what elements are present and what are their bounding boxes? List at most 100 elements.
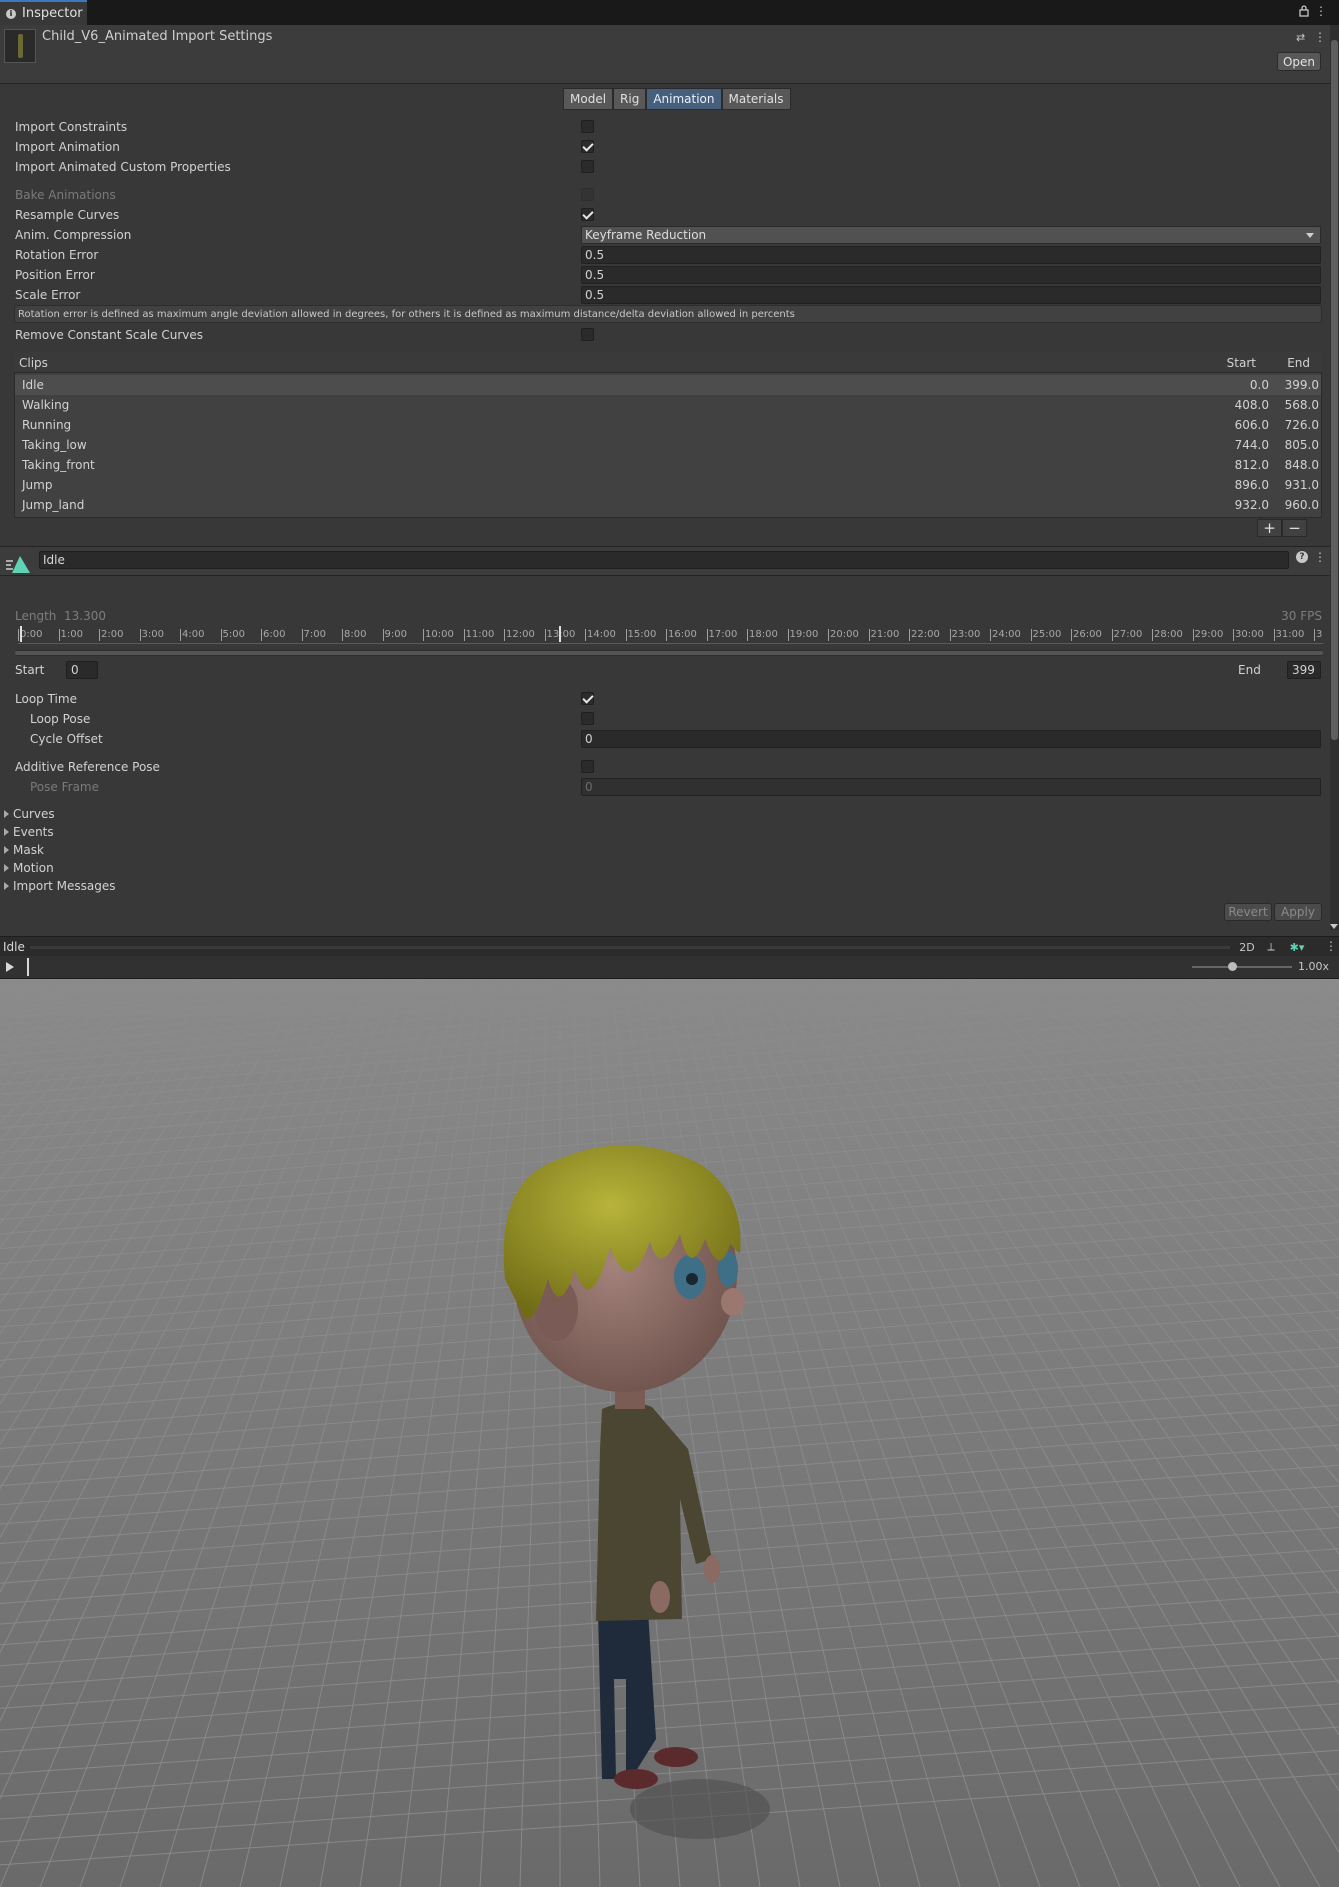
ruler-tick: 3 <box>1314 629 1323 641</box>
clips-header-start: Start <box>1226 356 1256 370</box>
rotation-error-field[interactable]: 0.5 <box>581 246 1321 264</box>
speed-slider-knob[interactable] <box>1228 962 1237 971</box>
character-shadow <box>630 1779 770 1839</box>
foldout-import-messages[interactable]: Import Messages <box>4 879 116 893</box>
end-handle[interactable] <box>559 626 561 642</box>
import-animation-checkbox[interactable] <box>581 140 594 153</box>
ruler-tick: 21:00 <box>868 629 900 641</box>
ik-icon[interactable]: ⟂ <box>1262 939 1280 955</box>
tab-inspector-label: Inspector <box>22 6 83 21</box>
preview-menu-icon[interactable]: ⋮ <box>1325 939 1337 953</box>
speed-slider[interactable] <box>1192 962 1292 971</box>
anim-compression-dropdown[interactable]: Keyframe Reduction <box>581 226 1321 244</box>
tab-materials[interactable]: Materials <box>721 88 791 110</box>
preview-clip-name: Idle <box>3 940 25 954</box>
ruler-tick: 23:00 <box>949 629 981 641</box>
error-help-box: Rotation error is defined as maximum ang… <box>14 305 1322 323</box>
preview-timeline[interactable] <box>30 946 1230 949</box>
ruler-tick: 11:00 <box>463 629 495 641</box>
foldout-motion[interactable]: Motion <box>4 861 54 875</box>
preview-viewport[interactable] <box>0 979 1339 1887</box>
chevron-right-icon <box>4 828 9 836</box>
lock-icon[interactable] <box>1299 5 1309 17</box>
playhead[interactable] <box>27 958 29 976</box>
clip-name: Running <box>22 418 72 432</box>
scale-error-field[interactable]: 0.5 <box>581 286 1321 304</box>
start-handle[interactable] <box>20 626 22 642</box>
loop-time-checkbox[interactable] <box>581 692 594 705</box>
ruler-tick: 5:00 <box>220 629 245 641</box>
open-button[interactable]: Open <box>1277 52 1321 71</box>
clip-row-idle[interactable]: Idle 0.0 399.0 <box>15 375 1321 395</box>
clip-row-jump[interactable]: Jump 896.0 931.0 <box>15 475 1321 495</box>
anim-compression-value: Keyframe Reduction <box>585 228 707 242</box>
preset-icon[interactable]: ⇄ <box>1296 31 1305 44</box>
ruler-tick: 17:00 <box>706 629 738 641</box>
scroll-down-icon[interactable] <box>1330 924 1338 929</box>
clip-start: 606.0 <box>1234 418 1269 432</box>
clip-start: 932.0 <box>1234 498 1269 512</box>
ruler-tick: 22:00 <box>909 629 940 641</box>
clip-row-taking-front[interactable]: Taking_front 812.0 848.0 <box>15 455 1321 475</box>
revert-button[interactable]: Revert <box>1224 903 1272 921</box>
window-menu-icon[interactable]: ⋮ <box>1315 4 1327 18</box>
foldout-label: Events <box>13 825 54 839</box>
cycle-offset-field[interactable]: 0 <box>581 730 1321 748</box>
clip-row-walking[interactable]: Walking 408.0 568.0 <box>15 395 1321 415</box>
import-constraints-checkbox[interactable] <box>581 120 594 133</box>
chevron-down-icon <box>1306 233 1314 238</box>
remove-constant-scale-checkbox[interactable] <box>581 328 594 341</box>
loop-pose-checkbox[interactable] <box>581 712 594 725</box>
scrollbar-thumb[interactable] <box>1331 40 1338 740</box>
clip-end: 960.0 <box>1284 498 1319 512</box>
resample-curves-label: Resample Curves <box>15 208 120 222</box>
timeline-ruler[interactable]: 0:00 1:00 2:00 3:00 4:00 5:00 6:00 7:00 8:00 9:00… <box>18 627 1323 644</box>
clip-start: 812.0 <box>1234 458 1269 472</box>
ruler-tick: 19:00 <box>787 629 819 641</box>
import-custom-props-label: Import Animated Custom Properties <box>15 160 231 174</box>
ruler-tick: 10:00 <box>423 629 454 641</box>
tab-model[interactable]: Model <box>563 88 614 110</box>
import-animation-label: Import Animation <box>15 140 120 154</box>
tab-animation[interactable]: Animation <box>646 88 722 110</box>
tab-inspector[interactable]: i Inspector <box>0 0 87 25</box>
tab-rig[interactable]: Rig <box>613 88 647 110</box>
clip-row-jump-land[interactable]: Jump_land 932.0 960.0 <box>15 495 1321 515</box>
end-field[interactable]: 399 <box>1287 661 1321 679</box>
additive-ref-checkbox[interactable] <box>581 760 594 773</box>
start-field[interactable]: 0 <box>66 661 98 679</box>
pose-frame-field: 0 <box>581 778 1321 796</box>
clip-row-running[interactable]: Running 606.0 726.0 <box>15 415 1321 435</box>
apply-button[interactable]: Apply <box>1274 903 1322 921</box>
foldout-label: Mask <box>13 843 44 857</box>
avatar-icon[interactable]: ✱▾ <box>1288 939 1306 955</box>
ruler-tick: 3:00 <box>139 629 164 641</box>
header-menu-icon[interactable]: ⋮ <box>1314 30 1326 44</box>
add-clip-button[interactable]: + <box>1257 519 1282 537</box>
import-tabs: Model Rig Animation Materials <box>563 88 791 110</box>
resample-curves-checkbox[interactable] <box>581 208 594 221</box>
asset-thumbnail <box>4 29 36 63</box>
start-label: Start <box>15 663 45 677</box>
ruler-tick: 8:00 <box>342 629 367 641</box>
import-custom-props-checkbox[interactable] <box>581 160 594 173</box>
foldout-curves[interactable]: Curves <box>4 807 55 821</box>
clip-start: 408.0 <box>1234 398 1269 412</box>
clip-range-bar[interactable] <box>15 650 1323 656</box>
position-error-field[interactable]: 0.5 <box>581 266 1321 284</box>
clip-name-field[interactable]: Idle <box>39 551 1289 569</box>
help-icon[interactable]: ? <box>1296 551 1308 563</box>
clip-end: 848.0 <box>1284 458 1319 472</box>
rotation-error-label: Rotation Error <box>15 248 99 262</box>
clip-name: Idle <box>22 378 44 392</box>
clip-menu-icon[interactable]: ⋮ <box>1314 550 1326 564</box>
foldout-events[interactable]: Events <box>4 825 54 839</box>
foldout-mask[interactable]: Mask <box>4 843 44 857</box>
info-icon: i <box>6 8 16 19</box>
pivot-icon[interactable]: 2D <box>1238 939 1256 955</box>
ruler-tick: 31:00 <box>1273 629 1305 641</box>
play-icon[interactable] <box>6 962 14 972</box>
length-value: 13.300 <box>64 609 106 623</box>
remove-clip-button[interactable]: − <box>1282 519 1307 537</box>
clip-row-taking-low[interactable]: Taking_low 744.0 805.0 <box>15 435 1321 455</box>
